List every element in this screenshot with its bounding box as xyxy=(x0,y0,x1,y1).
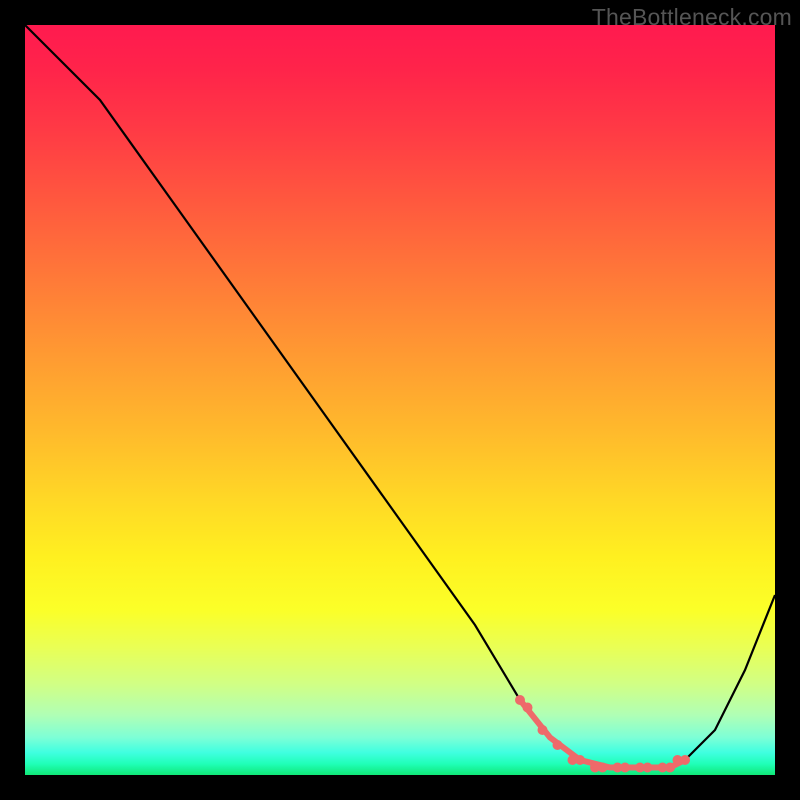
highlight-dot xyxy=(643,763,653,773)
highlight-dot xyxy=(620,763,630,773)
highlight-dot xyxy=(538,725,548,735)
highlight-dot xyxy=(598,763,608,773)
highlight-dot xyxy=(515,695,525,705)
highlight-dot xyxy=(680,755,690,765)
chart-frame: TheBottleneck.com xyxy=(0,0,800,800)
watermark-text: TheBottleneck.com xyxy=(592,4,792,31)
chart-overlay xyxy=(25,25,775,775)
plot-area xyxy=(25,25,775,775)
highlight-dot xyxy=(665,763,675,773)
highlight-dots xyxy=(515,695,690,773)
highlight-dot xyxy=(553,740,563,750)
curve-line xyxy=(25,25,775,768)
highlight-dot xyxy=(523,703,533,713)
highlight-dot xyxy=(575,755,585,765)
